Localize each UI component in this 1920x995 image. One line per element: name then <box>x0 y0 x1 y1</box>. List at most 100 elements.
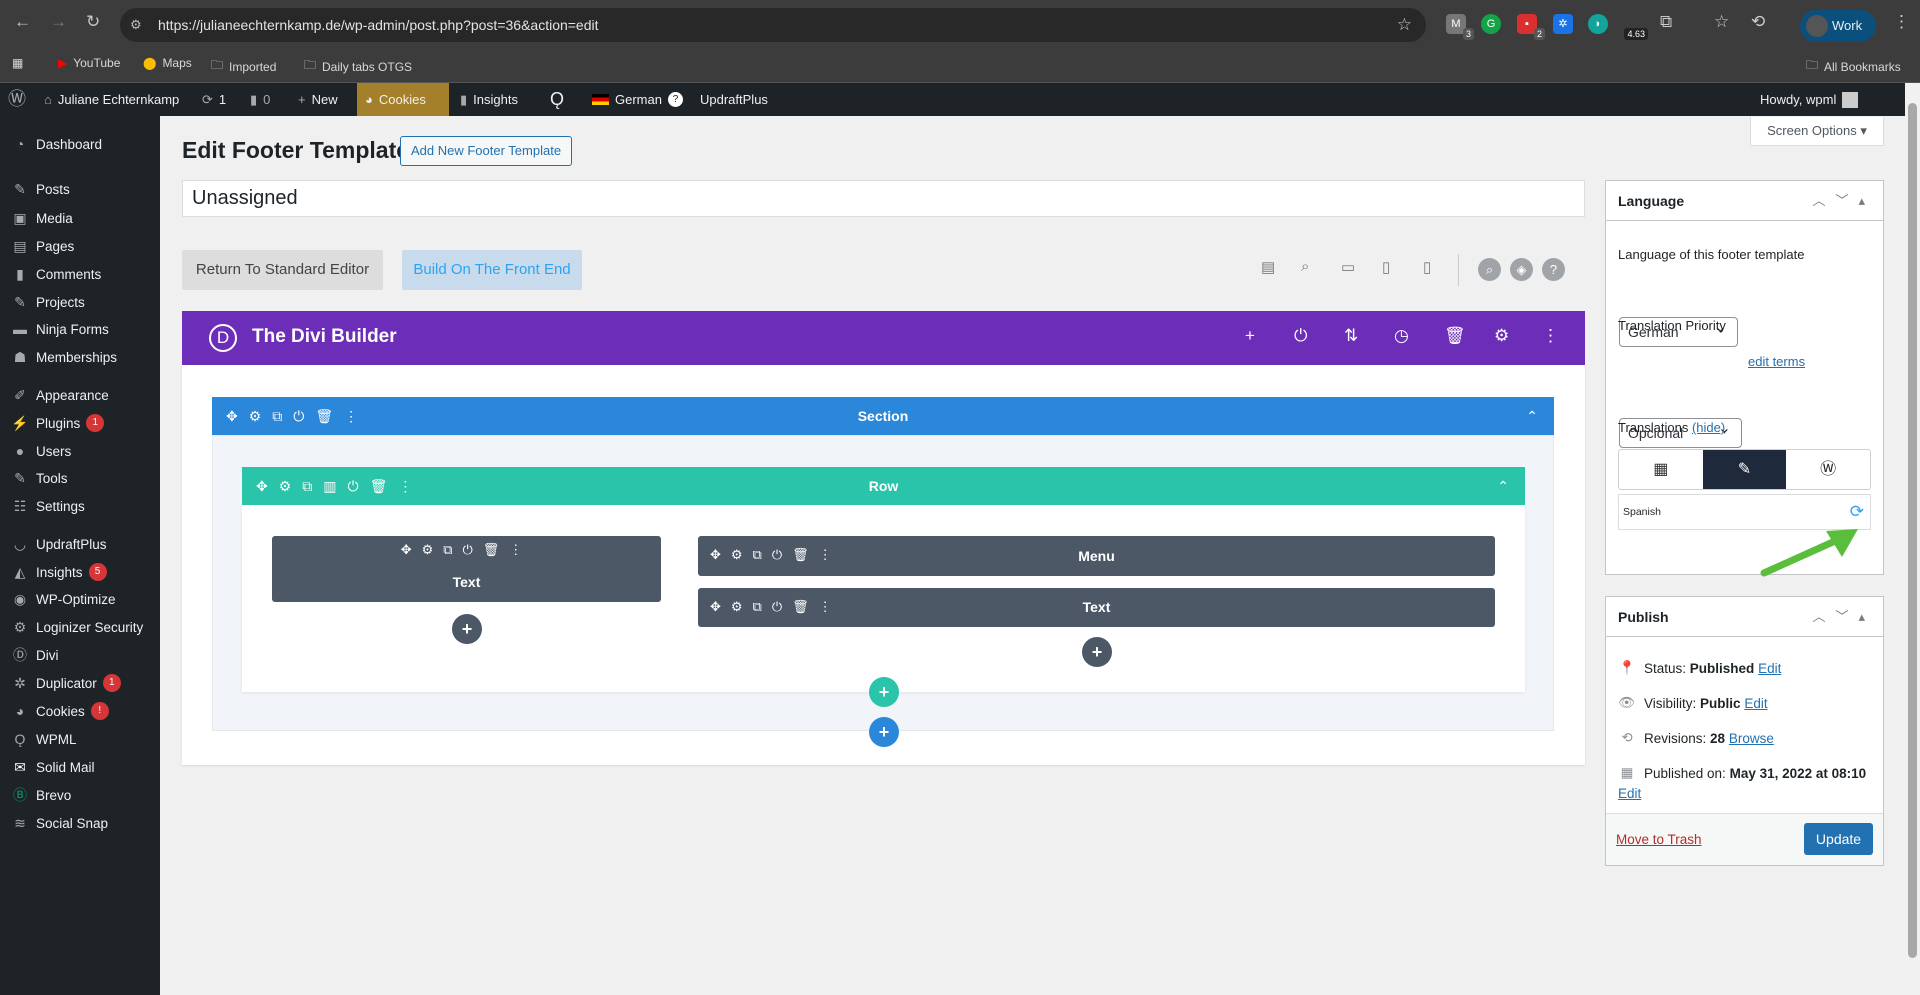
sidebar-item-memberships[interactable]: ☗ Memberships <box>0 342 160 372</box>
sort-icon[interactable]: ⇅ <box>1344 326 1358 346</box>
module-text[interactable]: ✥⚙⧉⏻🗑⋮ Text <box>272 536 661 602</box>
sidebar-item-loginizer-security[interactable]: ⚙ Loginizer Security <box>0 612 160 642</box>
power-icon[interactable]: ⏻ <box>1294 326 1307 346</box>
edit-terms-link[interactable]: edit terms <box>1748 354 1805 369</box>
wireframe-view-icon[interactable]: ▤ <box>1261 258 1275 276</box>
bookmark-imported[interactable]: 🗀 Imported <box>211 56 276 77</box>
desktop-view-icon[interactable]: ▭ <box>1341 258 1355 276</box>
browse-revisions-link[interactable]: Browse <box>1729 731 1774 746</box>
browser-menu-icon[interactable]: ⋮ <box>1893 12 1910 32</box>
extension-todoist-icon[interactable]: ▪ 2 <box>1517 14 1545 40</box>
bookmark-daily-tabs[interactable]: 🗀 Daily tabs OTGS <box>304 56 412 77</box>
extension-gear-icon[interactable]: ✲ <box>1553 14 1573 34</box>
scrollbar-thumb[interactable] <box>1908 103 1917 958</box>
add-module-button[interactable]: + <box>1082 637 1112 667</box>
sidebar-item-insights[interactable]: ◭ Insights 5 <box>0 557 160 587</box>
forward-icon[interactable]: → <box>50 12 67 32</box>
phone-view-icon[interactable]: ▯ <box>1423 258 1431 276</box>
module-text[interactable]: ✥⚙⧉⏻🗑⋮ Text <box>698 588 1495 627</box>
sidebar-item-comments[interactable]: ▮ Comments <box>0 259 160 289</box>
cookies-link[interactable]: ◕ Cookies <box>357 83 449 116</box>
collapse-icon[interactable]: ⌃ <box>1497 467 1509 505</box>
extension-meter-icon[interactable]: 4.63 <box>1624 14 1648 40</box>
bookmark-youtube[interactable]: ▶ YouTube <box>58 56 120 70</box>
sidebar-item-wp-optimize[interactable]: ◉ WP-Optimize <box>0 584 160 614</box>
help-icon[interactable]: ? <box>1542 258 1565 281</box>
extension-grammarly-icon[interactable]: G <box>1481 14 1501 34</box>
sidebar-item-dashboard[interactable]: ◔ Dashboard <box>0 129 160 159</box>
module-menu[interactable]: ✥⚙⧉⏻🗑⋮ Menu <box>698 536 1495 576</box>
add-new-footer-template-button[interactable]: Add New Footer Template <box>400 136 573 166</box>
return-to-standard-editor-button[interactable]: Return To Standard Editor <box>182 250 383 290</box>
metabox-controls-icons[interactable]: ︿﹀▴ <box>1812 181 1875 221</box>
language-switcher[interactable]: German? <box>592 83 683 116</box>
update-button[interactable]: Update <box>1804 823 1873 855</box>
back-icon[interactable]: ← <box>14 12 31 32</box>
sidebar-item-divi[interactable]: Ⓓ Divi <box>0 640 160 670</box>
all-bookmarks[interactable]: 🗀 All Bookmarks <box>1806 56 1901 77</box>
sidebar-item-ninja-forms[interactable]: ▬ Ninja Forms <box>0 314 160 344</box>
settings-gear-icon[interactable]: ⚙ <box>1494 326 1509 346</box>
sidebar-item-media[interactable]: ▣ Media <box>0 203 160 233</box>
screen-options-button[interactable]: Screen Options ▾ <box>1750 117 1884 146</box>
sidebar-item-projects[interactable]: ✎ Projects <box>0 287 160 317</box>
move-to-trash-link[interactable]: Move to Trash <box>1616 832 1702 847</box>
sidebar-item-settings[interactable]: ☷ Settings <box>0 491 160 521</box>
bookmark-maps[interactable]: ⬤ Maps <box>143 56 192 70</box>
history-icon[interactable]: ◷ <box>1394 326 1409 346</box>
edit-status-link[interactable]: Edit <box>1758 661 1781 676</box>
sidebar-item-cookies[interactable]: ◕ Cookies! <box>0 696 160 726</box>
site-info-icon[interactable]: ⚙ <box>130 8 142 42</box>
sidebar-item-solid-mail[interactable]: ✉ Solid Mail <box>0 752 160 782</box>
sidebar-item-wpml[interactable]: Ǫ WPML <box>0 724 160 754</box>
sidebar-item-appearance[interactable]: ✐ Appearance <box>0 380 160 410</box>
comments-link[interactable]: ▮ 0 <box>250 83 270 116</box>
sidebar-item-tools[interactable]: ✎ Tools <box>0 463 160 493</box>
wordpress-logo-icon[interactable]: Ⓦ <box>8 83 26 116</box>
wordpress-editor-icon[interactable]: Ⓦ <box>1786 450 1870 489</box>
sidebar-item-social-snap[interactable]: ≋ Social Snap <box>0 808 160 838</box>
extension-malwarebytes-icon[interactable]: M3 <box>1446 14 1474 40</box>
page-scrollbar[interactable] <box>1905 83 1920 995</box>
apps-grid-icon[interactable]: ▦ <box>12 56 23 70</box>
hide-link[interactable]: (hide) <box>1692 420 1725 435</box>
more-icon[interactable]: ⋮ <box>1542 326 1559 346</box>
section-bar[interactable]: ✥⚙⧉⏻🗑⋮ Section ⌃ <box>212 397 1554 435</box>
collapse-icon[interactable]: ⌃ <box>1526 397 1538 435</box>
edit-date-link[interactable]: Edit <box>1618 786 1641 801</box>
zoom-icon[interactable]: ⌕ <box>1301 258 1309 275</box>
grid-view-icon[interactable]: ▦ <box>1619 450 1703 489</box>
title-input[interactable]: Unassigned <box>182 180 1585 217</box>
layers-icon[interactable]: ◈ <box>1510 258 1533 281</box>
sidebar-item-plugins[interactable]: ⚡ Plugins 1 <box>0 408 160 438</box>
sidebar-item-duplicator[interactable]: ✲ Duplicator 1 <box>0 668 160 698</box>
sidebar-item-users[interactable]: ● Users <box>0 436 160 466</box>
search-icon[interactable]: ⌕ <box>1478 258 1501 281</box>
edit-translation-icon[interactable]: ✎ <box>1702 450 1787 489</box>
sidebar-item-updraftplus[interactable]: ◡ UpdraftPlus <box>0 529 160 559</box>
updraftplus-link[interactable]: UpdraftPlus <box>700 83 768 116</box>
bookmarks-star-icon[interactable]: ☆ <box>1714 12 1729 32</box>
row-bar[interactable]: ✥⚙⧉▥⏻🗑⋮ Row ⌃ <box>242 467 1525 505</box>
extensions-puzzle-icon[interactable]: ⧉ <box>1660 12 1672 32</box>
updates-link[interactable]: ⟳ 1 <box>202 83 226 116</box>
trash-icon[interactable]: 🗑 <box>1444 326 1466 346</box>
bookmark-star-icon[interactable]: ☆ <box>1397 8 1412 42</box>
metabox-controls-icons[interactable]: ︿﹀▴ <box>1812 597 1875 637</box>
tablet-view-icon[interactable]: ▯ <box>1382 258 1390 276</box>
module-tools-icons[interactable]: ✥⚙⧉⏻🗑⋮ <box>272 542 661 558</box>
add-icon[interactable]: + <box>1245 326 1255 346</box>
sidebar-item-brevo[interactable]: Ⓑ Brevo <box>0 780 160 810</box>
sidebar-item-pages[interactable]: ▤ Pages <box>0 231 160 261</box>
address-bar[interactable]: ⚙ https://julianeechternkamp.de/wp-admin… <box>120 8 1426 42</box>
profile-button[interactable]: Work <box>1800 10 1876 42</box>
add-section-button[interactable]: + <box>869 717 899 747</box>
my-account[interactable]: Howdy, wpml <box>1760 83 1859 116</box>
new-link[interactable]: + New <box>298 83 338 116</box>
site-name-link[interactable]: ⌂ Juliane Echternkamp <box>44 83 179 116</box>
edit-visibility-link[interactable]: Edit <box>1744 696 1767 711</box>
sidebar-item-posts[interactable]: ✎ Posts <box>0 174 160 204</box>
extension-edge-icon[interactable]: ◗ <box>1588 14 1608 34</box>
build-on-front-end-button[interactable]: Build On The Front End <box>402 250 582 290</box>
history-icon[interactable]: ⟲ <box>1751 12 1765 32</box>
